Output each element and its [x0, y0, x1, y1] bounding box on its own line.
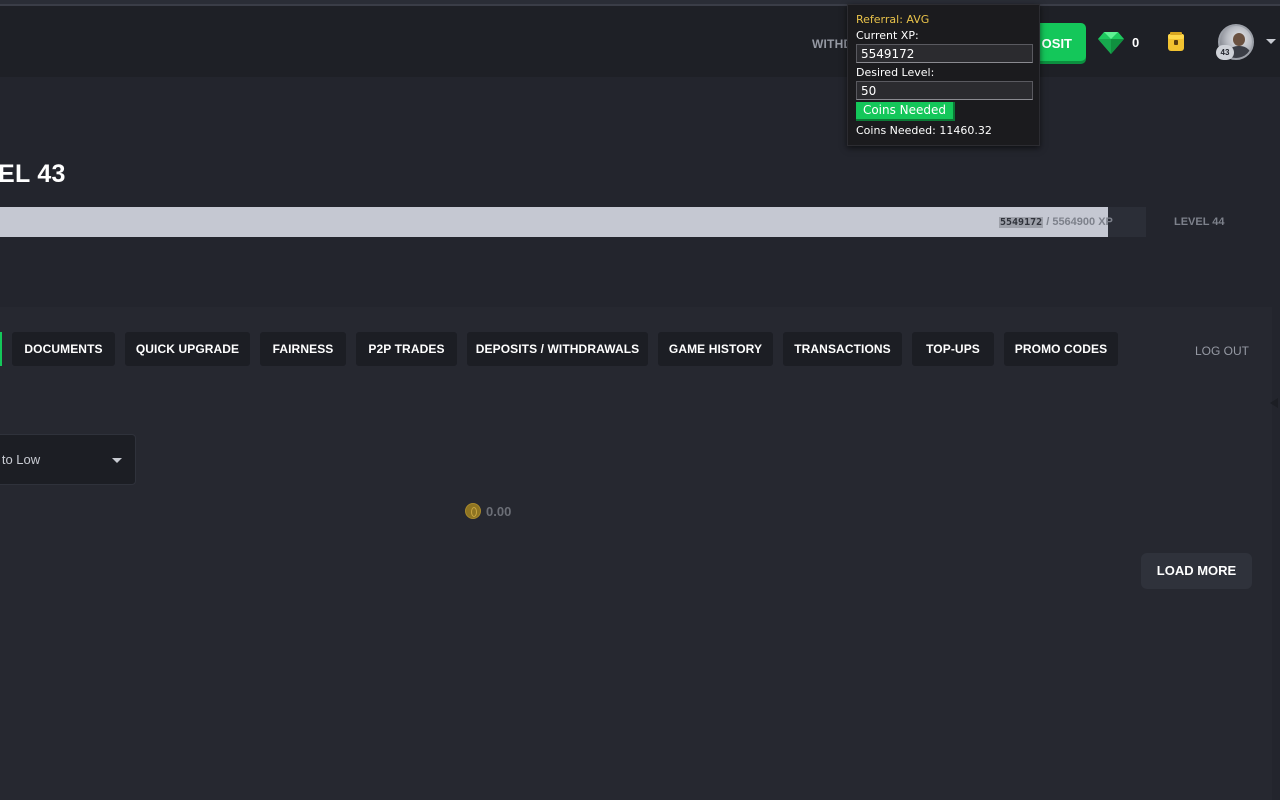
avatar-head [1233, 33, 1245, 46]
current-xp-label: Current XP: [856, 29, 919, 42]
tab-promo-codes[interactable]: PROMO CODES [1004, 332, 1118, 366]
chevron-down-icon [112, 458, 122, 463]
gem-count: 0 [1132, 35, 1140, 50]
next-level-label: LEVEL 44 [1174, 216, 1225, 228]
coins-needed-result: Coins Needed: 11460.32 [856, 124, 992, 137]
level-title: EL 43 [0, 160, 66, 188]
active-tab-indicator[interactable] [0, 332, 2, 366]
tab-transactions[interactable]: TRANSACTIONS [783, 332, 902, 366]
tab-p2p-trades[interactable]: P2P TRADES [356, 332, 457, 366]
sort-select[interactable]: h to Low [0, 434, 136, 485]
coin-icon [465, 503, 481, 519]
referral-label: Referral: AVG [856, 13, 930, 26]
tab-fairness[interactable]: FAIRNESS [260, 332, 346, 366]
chevron-down-icon[interactable] [1266, 39, 1276, 44]
logout-button[interactable]: LOG OUT [1195, 344, 1249, 358]
xp-progress-fill [0, 207, 1109, 237]
tab-documents[interactable]: DOCUMENTS [12, 332, 115, 366]
xp-current-value: 5549172 [999, 217, 1044, 228]
xp-readout: 5549172 / 5564900 XP [999, 216, 1113, 228]
avatar-level-badge: 43 [1216, 45, 1234, 60]
profile-panel [0, 307, 1272, 800]
panel-edge-marker [1270, 398, 1278, 408]
tab-top-ups[interactable]: TOP-UPS [912, 332, 994, 366]
desired-level-label: Desired Level: [856, 66, 935, 79]
tab-deposits-withdrawals[interactable]: DEPOSITS / WITHDRAWALS [467, 332, 648, 366]
coins-needed-button[interactable]: Coins Needed [856, 102, 955, 121]
deposit-button-label: OSIT [1041, 36, 1072, 51]
load-more-button[interactable]: LOAD MORE [1141, 553, 1252, 589]
current-xp-input[interactable] [856, 44, 1033, 63]
xp-total-value: / 5564900 XP [1043, 216, 1113, 228]
tab-game-history[interactable]: GAME HISTORY [658, 332, 773, 366]
balance-value: 0.00 [486, 504, 512, 519]
gem-icon[interactable] [1098, 30, 1124, 54]
xp-calculator-popup: Referral: AVG Current XP: Desired Level:… [847, 4, 1040, 146]
top-header [0, 6, 1280, 77]
tab-quick-upgrade[interactable]: QUICK UPGRADE [125, 332, 250, 366]
xp-progress-bar: 5549172 / 5564900 XP [0, 207, 1146, 237]
sort-select-value: h to Low [0, 452, 41, 467]
chest-icon[interactable] [1166, 31, 1186, 53]
desired-level-input[interactable] [856, 81, 1033, 100]
